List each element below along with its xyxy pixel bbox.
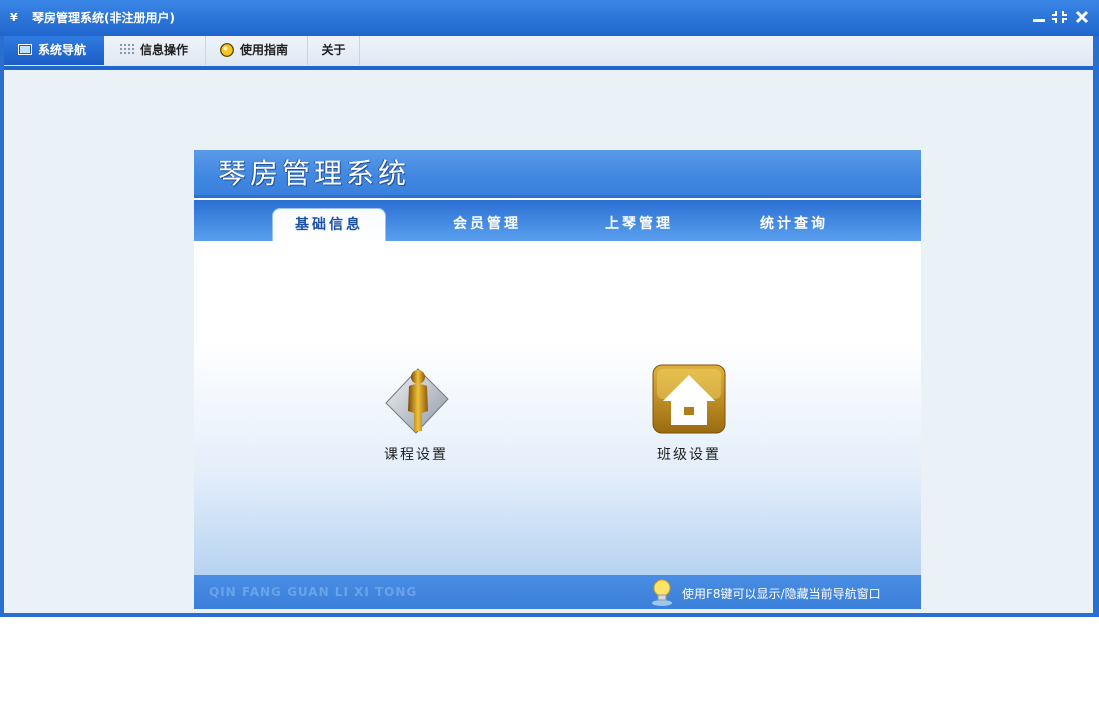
tab-piano-usage[interactable]: 上琴管理 bbox=[584, 208, 694, 241]
course-settings-button[interactable]: 课程设置 bbox=[356, 363, 476, 464]
help-circle-icon bbox=[220, 39, 234, 57]
restore-icon[interactable] bbox=[1052, 8, 1068, 26]
minimize-icon[interactable] bbox=[1031, 8, 1047, 26]
menu-tab-system-nav[interactable]: 系统导航 bbox=[4, 36, 104, 65]
menu-tab-label: 关于 bbox=[321, 43, 346, 57]
menu-bar: 系统导航 信息操作 使用指南 关于 bbox=[4, 36, 1093, 66]
feature-label: 课程设置 bbox=[384, 447, 448, 463]
tab-label: 上琴管理 bbox=[605, 216, 673, 232]
tab-basic-info[interactable]: 基础信息 bbox=[272, 208, 386, 242]
grid-icon bbox=[120, 37, 134, 54]
tab-label: 统计查询 bbox=[760, 216, 828, 232]
window-title: 琴房管理系统(非注册用户) bbox=[32, 11, 175, 25]
app-window: ¥ 琴房管理系统(非注册用户) 系统导航 信息操作 使用指南 关于 琴房管理系统… bbox=[0, 0, 1099, 617]
panel-tabstrip: 基础信息 会员管理 上琴管理 统计查询 bbox=[194, 200, 921, 242]
class-settings-button[interactable]: 班级设置 bbox=[629, 363, 749, 464]
monitor-icon bbox=[18, 37, 32, 55]
menu-tab-user-guide[interactable]: 使用指南 bbox=[206, 36, 308, 65]
menu-tab-label: 系统导航 bbox=[38, 43, 87, 57]
navigation-panel: 琴房管理系统 基础信息 会员管理 上琴管理 统计查询 课程设置 班级设置 QIN… bbox=[194, 150, 921, 609]
tab-member-management[interactable]: 会员管理 bbox=[432, 208, 542, 241]
panel-header: 琴房管理系统 bbox=[194, 150, 921, 198]
panel-title: 琴房管理系统 bbox=[218, 157, 411, 190]
panel-body: 课程设置 班级设置 bbox=[194, 241, 921, 575]
menu-tab-label: 信息操作 bbox=[140, 43, 189, 57]
feature-label: 班级设置 bbox=[657, 447, 721, 463]
footer-hint: 使用F8键可以显示/隐藏当前导航窗口 bbox=[682, 587, 881, 601]
lightbulb-icon bbox=[650, 578, 674, 606]
title-bar[interactable]: ¥ 琴房管理系统(非注册用户) bbox=[0, 0, 1099, 36]
navigation-pane: 琴房管理系统 基础信息 会员管理 上琴管理 统计查询 课程设置 班级设置 QIN… bbox=[4, 70, 1093, 613]
menu-tab-about[interactable]: 关于 bbox=[308, 36, 360, 65]
close-icon[interactable] bbox=[1074, 8, 1090, 26]
menu-tab-label: 使用指南 bbox=[240, 43, 289, 57]
person-document-icon bbox=[378, 368, 454, 438]
tab-statistics-query[interactable]: 统计查询 bbox=[739, 208, 849, 241]
tab-label: 会员管理 bbox=[453, 216, 521, 232]
panel-footer: QIN FANG GUAN LI XI TONG 使用F8键可以显示/隐藏当前导… bbox=[194, 575, 921, 609]
footer-brand: QIN FANG GUAN LI XI TONG bbox=[209, 585, 418, 599]
menu-tab-info-ops[interactable]: 信息操作 bbox=[104, 36, 206, 65]
tab-label: 基础信息 bbox=[295, 217, 363, 233]
house-icon bbox=[651, 364, 727, 438]
app-icon: ¥ bbox=[10, 11, 18, 24]
